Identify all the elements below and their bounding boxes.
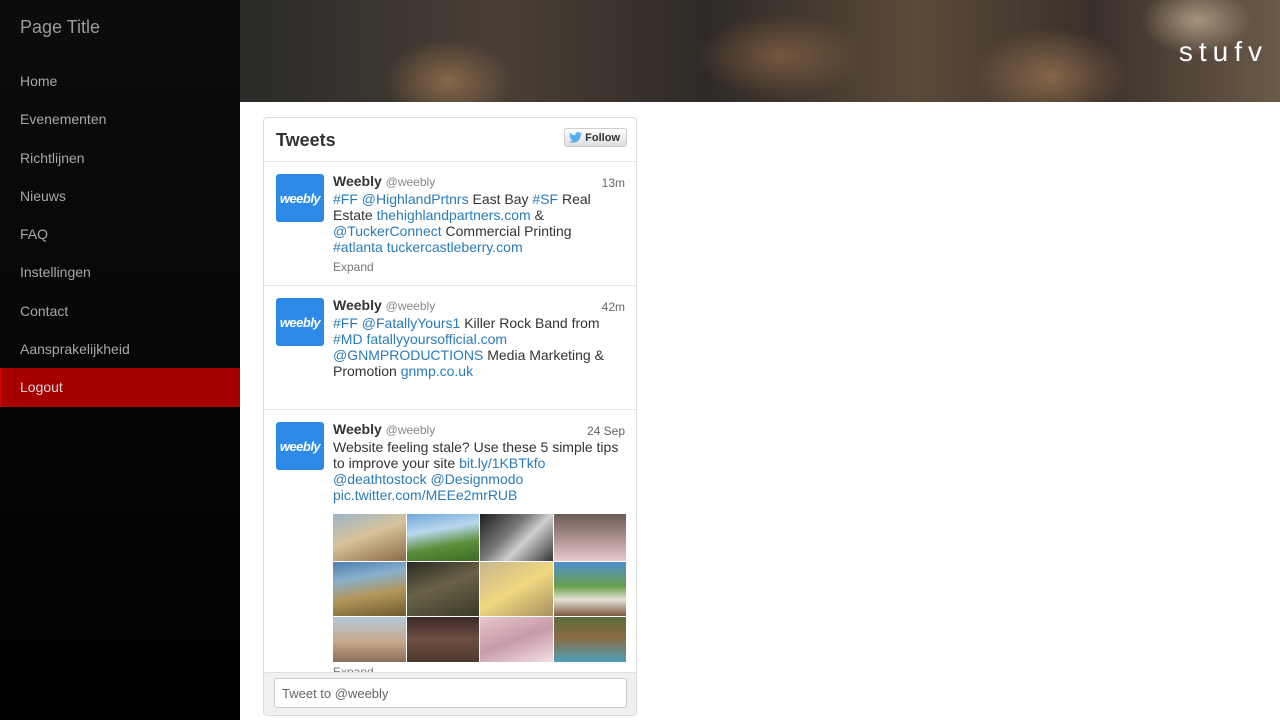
sidebar: Page Title Home Evenementen Richtlijnen …	[0, 0, 240, 720]
tweet-photo[interactable]	[480, 562, 553, 616]
url-link[interactable]: bit.ly/1KBTkfo	[459, 455, 545, 471]
tweet-item[interactable]: weebly Weebly @weebly 13m #FF @HighlandP…	[264, 162, 636, 286]
author-handle[interactable]: @weebly	[386, 423, 436, 437]
twitter-timeline-widget: Tweets Follow weebly Weebly @weebly 13m …	[263, 117, 637, 716]
nav-item-richtlijnen[interactable]: Richtlijnen	[0, 139, 240, 177]
tweet-text-part: East Bay	[468, 191, 533, 207]
hashtag-link[interactable]: #FF	[333, 315, 358, 331]
tweet-author: Weebly @weebly	[333, 173, 435, 189]
tweet-photo[interactable]	[480, 617, 553, 662]
nav-item-home[interactable]: Home	[0, 62, 240, 100]
weebly-avatar[interactable]: weebly	[276, 298, 324, 346]
tweet-text: Website feeling stale? Use these 5 simpl…	[333, 439, 629, 503]
mention-link[interactable]: @TuckerConnect	[333, 223, 442, 239]
hashtag-link[interactable]: #FF	[333, 191, 358, 207]
tweet-timestamp[interactable]: 24 Sep	[587, 424, 625, 438]
tweet-photo[interactable]	[333, 514, 406, 561]
widget-title[interactable]: Tweets	[276, 130, 336, 151]
widget-header: Tweets Follow	[264, 118, 636, 162]
tweet-text-part: Commercial Printing	[441, 223, 572, 239]
nav-item-aansprakelijkheid[interactable]: Aansprakelijkheid	[0, 330, 240, 368]
follow-button[interactable]: Follow	[564, 128, 627, 147]
tweet-photo[interactable]	[480, 514, 553, 561]
brand-logo[interactable]: stufv	[1179, 36, 1268, 68]
author-name[interactable]: Weebly	[333, 297, 382, 313]
page-title: Page Title	[20, 17, 101, 37]
nav-item-faq[interactable]: FAQ	[0, 215, 240, 253]
nav-item-instellingen[interactable]: Instellingen	[0, 253, 240, 291]
hashtag-link[interactable]: #MD	[333, 331, 363, 347]
tweet-timestamp[interactable]: 42m	[602, 300, 625, 314]
tweet-photo[interactable]	[333, 562, 406, 616]
tweet-photo[interactable]	[406, 514, 479, 561]
weebly-avatar[interactable]: weebly	[276, 422, 324, 470]
author-handle[interactable]: @weebly	[386, 175, 436, 189]
tweet-photo[interactable]	[406, 617, 479, 662]
tweet-text-part: Killer Rock Band from	[460, 315, 600, 331]
author-name[interactable]: Weebly	[333, 173, 382, 189]
mention-link[interactable]: @Designmodo	[431, 471, 524, 487]
tweet-to-input[interactable]: Tweet to @weebly	[274, 678, 627, 708]
tweet-author: Weebly @weebly	[333, 421, 435, 437]
tweet-text: #FF @FatallyYours1 Killer Rock Band from…	[333, 315, 629, 379]
twitter-bird-icon	[569, 132, 583, 143]
tweet-photo[interactable]	[553, 514, 626, 561]
url-link[interactable]: tuckercastleberry.com	[387, 239, 523, 255]
author-handle[interactable]: @weebly	[386, 299, 436, 313]
tweet-item[interactable]: weebly Weebly @weebly 24 Sep Website fee…	[264, 410, 636, 680]
nav-item-nieuws[interactable]: Nieuws	[0, 177, 240, 215]
tweet-text: #FF @HighlandPrtnrs East Bay #SF Real Es…	[333, 191, 629, 255]
widget-footer: Tweet to @weebly	[264, 672, 636, 715]
weebly-avatar[interactable]: weebly	[276, 174, 324, 222]
url-link[interactable]: pic.twitter.com/MEEe2mrRUB	[333, 487, 517, 503]
tweet-photo[interactable]	[553, 562, 626, 616]
nav-item-evenementen[interactable]: Evenementen	[0, 100, 240, 138]
author-name[interactable]: Weebly	[333, 421, 382, 437]
expand-link[interactable]: Expand	[333, 260, 374, 274]
tweet-timestamp[interactable]: 13m	[602, 176, 625, 190]
mention-link[interactable]: @GNMPRODUCTIONS	[333, 347, 483, 363]
tweet-photo[interactable]	[333, 617, 406, 662]
follow-label: Follow	[585, 131, 620, 144]
header-banner-image: stufv	[240, 0, 1280, 102]
tweet-text-part: &	[530, 207, 544, 223]
nav-item-contact[interactable]: Contact	[0, 292, 240, 330]
sidebar-nav: Home Evenementen Richtlijnen Nieuws FAQ …	[0, 62, 240, 407]
hashtag-link[interactable]: #atlanta	[333, 239, 383, 255]
mention-link[interactable]: @HighlandPrtnrs	[362, 191, 469, 207]
tweet-item[interactable]: weebly Weebly @weebly 42m #FF @FatallyYo…	[264, 286, 636, 410]
hashtag-link[interactable]: #SF	[532, 191, 558, 207]
url-link[interactable]: gnmp.co.uk	[401, 363, 473, 379]
mention-link[interactable]: @deathtostock	[333, 471, 427, 487]
nav-item-logout[interactable]: Logout	[0, 368, 240, 407]
tweet-author: Weebly @weebly	[333, 297, 435, 313]
url-link[interactable]: fatallyyoursofficial.com	[366, 331, 507, 347]
tweet-photo-grid[interactable]	[333, 514, 626, 662]
tweet-photo[interactable]	[553, 617, 626, 662]
url-link[interactable]: thehighlandpartners.com	[377, 207, 531, 223]
mention-link[interactable]: @FatallyYours1	[362, 315, 461, 331]
tweet-photo[interactable]	[406, 562, 479, 616]
